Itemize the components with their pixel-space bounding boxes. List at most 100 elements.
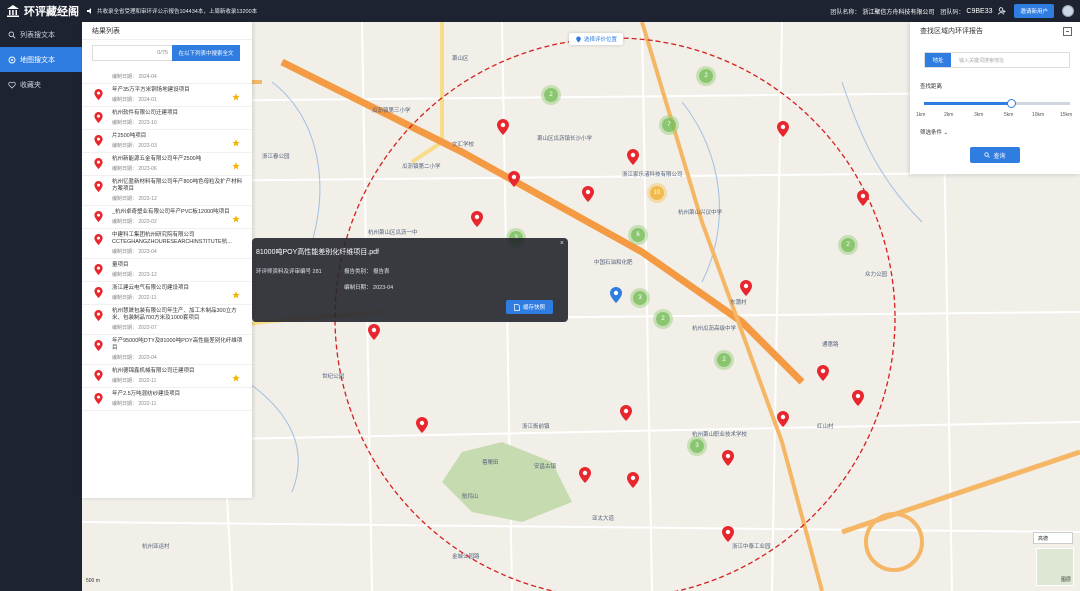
map-marker-pin[interactable] [740, 280, 752, 296]
address-search[interactable]: 地址 输入关键词搜索地址 [924, 52, 1070, 68]
map-cluster[interactable]: 2 [717, 353, 731, 367]
map-cluster[interactable]: 7 [662, 118, 676, 132]
map-marker-pin[interactable] [620, 405, 632, 421]
star-icon[interactable] [232, 291, 240, 299]
list-item[interactable]: 量项目 编制日期： 2023-12 [82, 259, 252, 282]
map-marker-pin[interactable] [579, 467, 591, 483]
star-icon[interactable] [232, 374, 240, 382]
map-marker-pin[interactable] [627, 472, 639, 488]
map-provider-select[interactable]: 高德 [1033, 532, 1073, 544]
report-popup: 81000吨POY高性能差别化纤维项目.pdf × 环评师资料及评审编号 281… [252, 238, 568, 322]
map-marker-pin[interactable] [722, 526, 734, 542]
map-cluster[interactable]: 2 [544, 88, 558, 102]
result-date: 编制日期： 2022-11 [112, 378, 157, 384]
map-pin-icon [94, 393, 103, 404]
result-title: 中建科工集团杭州研究院有限公司 CCTEGHANGZHOURESEARCHINS… [112, 232, 232, 245]
map-marker-pin[interactable] [582, 186, 594, 202]
sidebar-item-favorites[interactable]: 收藏夹 [0, 72, 82, 97]
sidebar-item-list-search[interactable]: 列表搜文本 [0, 22, 82, 47]
invite-user-button[interactable]: 邀请新用户 [1014, 4, 1054, 18]
list-item[interactable]: 片2500吨项目 编制日期： 2023-03 [82, 130, 252, 153]
result-title: 杭州德锦鑫机械有限公司迁建项目 [112, 368, 195, 374]
map-marker-pin[interactable] [777, 121, 789, 137]
brand[interactable]: 环评藏经阁 [0, 0, 82, 22]
map-label: 文汇学校 [452, 142, 475, 148]
map-cluster[interactable]: 3 [690, 439, 704, 453]
map-label: 红山村 [817, 424, 834, 430]
map-cluster[interactable]: 3 [633, 291, 647, 305]
sidebar-item-map-search[interactable]: 地图搜文本 [0, 47, 82, 72]
map-cluster[interactable]: 10 [650, 186, 664, 200]
list-item[interactable]: 年产95000吨DTY及81000吨POY高性能差别化纤维项目 编制日期： 202… [82, 335, 252, 365]
map-marker-pin[interactable] [852, 390, 864, 406]
star-icon[interactable] [232, 93, 240, 101]
layer-switcher[interactable]: 图层 [1036, 548, 1074, 586]
map-label: 杭州萧山区瓜沥一中 [368, 230, 418, 236]
sidebar-item-label: 收藏夹 [20, 81, 41, 89]
avatar[interactable] [1062, 5, 1074, 17]
map-marker-pin[interactable] [627, 149, 639, 165]
map-pin-icon [94, 181, 103, 192]
results-list[interactable]: 编制日期： 2024-04 年产35万平方米铜场地建设项目 编制日期： 2024-… [82, 68, 252, 498]
list-item[interactable]: 编制日期： 2024-04 [82, 68, 252, 84]
result-date: 编制日期： 2023-10 [112, 120, 157, 126]
map-pin-icon [94, 234, 103, 245]
list-item[interactable]: _杭州卓奇塑业有限公司年产PVC板12000吨项目 编制日期： 2023-02 [82, 206, 252, 229]
popup-info-reviewer: 环评师资料及评审编号 281 [256, 269, 322, 275]
results-search-input[interactable]: 0/75 [92, 45, 172, 61]
distance-slider[interactable] [924, 99, 1070, 108]
map-marker-pin[interactable] [497, 119, 509, 135]
sidebar: 列表搜文本 地图搜文本 收藏夹 [0, 22, 82, 591]
result-date: 编制日期： 2023-06 [112, 166, 157, 172]
search-icon [8, 31, 16, 39]
map-pin-icon [94, 310, 103, 321]
distance-label: 查找距离 [920, 84, 943, 90]
map-pin-icon [94, 287, 103, 298]
center-location-pin[interactable] [610, 287, 622, 303]
result-title: 年产2.5万吨混纺纱建设项目 [112, 391, 181, 397]
star-icon[interactable] [232, 139, 240, 147]
map-marker-pin[interactable] [722, 450, 734, 466]
list-item[interactable]: 年产2.5万吨混纺纱建设项目 编制日期： 2022-11 [82, 388, 252, 411]
location-icon [8, 56, 16, 63]
list-item[interactable]: 杭州德锦鑫机械有限公司迁建项目 编制日期： 2022-11 [82, 365, 252, 388]
map-cluster[interactable]: 6 [631, 228, 645, 242]
address-input[interactable]: 输入关键词搜索地址 [959, 57, 1004, 64]
list-item[interactable]: 杭州新能源五金有限公司年产2500吨 编制日期： 2023-06 [82, 153, 252, 176]
list-item[interactable]: 杭州亿盈新材料有限公司年产800吨色母粒及扩产材料方案项目 编制日期： 2023-… [82, 176, 252, 206]
map-marker-pin[interactable] [471, 211, 483, 227]
minimize-icon[interactable] [1063, 27, 1072, 36]
user-add-icon[interactable] [998, 7, 1006, 15]
slider-handle[interactable] [1007, 99, 1016, 108]
map-cluster[interactable]: 2 [656, 312, 670, 326]
query-button[interactable]: 查询 [970, 147, 1020, 163]
star-icon[interactable] [232, 162, 240, 170]
map-cluster[interactable]: 2 [699, 69, 713, 83]
fulltext-search-button[interactable]: 在以下列表中搜索全文 [172, 45, 240, 61]
address-tag[interactable]: 地址 [925, 53, 951, 67]
results-panel: 结果列表 0/75 在以下列表中搜索全文 编制日期： 2024-04 年产35万… [82, 22, 252, 498]
list-item[interactable]: 杭州慧晟包装有限公司年生产、加工木制品300立方米、包装制品700方米及1000… [82, 305, 252, 335]
list-item[interactable]: 年产35万平方米铜场地建设项目 编制日期： 2024-01 [82, 84, 252, 107]
map-marker-pin[interactable] [416, 417, 428, 433]
top-bar: 环评藏经阁 共收录全省受理和审环评公示报告104434本，上周新收录13200本… [0, 0, 1080, 22]
map-cluster[interactable]: 2 [841, 238, 855, 252]
cache-snapshot-button[interactable]: 缓存快照 [506, 300, 554, 314]
map-marker-pin[interactable] [368, 324, 380, 340]
map-marker-pin[interactable] [777, 411, 789, 427]
close-icon[interactable]: × [560, 240, 564, 247]
select-location-chip[interactable]: 选择评价位置 [569, 33, 624, 45]
map-label: 众力公园 [865, 272, 888, 278]
speaker-icon [87, 8, 91, 14]
list-item[interactable]: 浙江建云电气有限公司建设项目 编制日期： 2022-11 [82, 282, 252, 305]
map-pin-icon [94, 112, 103, 123]
map-label: 瓜沥镇第三小学 [372, 108, 411, 114]
map-marker-pin[interactable] [508, 171, 520, 187]
query-label: 查询 [993, 153, 1006, 160]
map-marker-pin[interactable] [817, 365, 829, 381]
list-item[interactable]: 中建科工集团杭州研究院有限公司 CCTEGHANGZHOURESEARCHINS… [82, 229, 252, 259]
map-marker-pin[interactable] [857, 190, 869, 206]
star-icon[interactable] [232, 215, 240, 223]
list-item[interactable]: 杭州软件有限公司迁建项目 编制日期： 2023-10 [82, 107, 252, 130]
filter-toggle[interactable]: 筛选条件 ⌄ [920, 128, 948, 136]
